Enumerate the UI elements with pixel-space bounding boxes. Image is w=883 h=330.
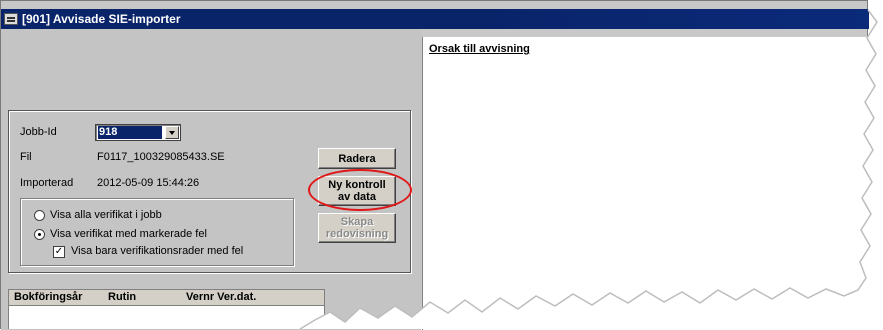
importerad-label: Importerad (20, 177, 74, 189)
window-title: [901] Avvisade SIE-importer (22, 12, 181, 26)
titlebar: [901] Avvisade SIE-importer (1, 9, 869, 29)
reason-heading: Orsak till avvisning (429, 43, 530, 55)
printer-icon (4, 13, 18, 25)
checkbox-only-errors-label: Visa bara verifikationsrader med fel (71, 245, 244, 257)
col-rutin[interactable]: Rutin (103, 290, 181, 305)
chevron-down-icon[interactable] (165, 126, 179, 139)
radio-show-marked[interactable] (34, 229, 45, 240)
col-bokforingsar[interactable]: Bokföringsår (9, 290, 103, 305)
checkbox-only-errors[interactable]: ✓ (53, 246, 65, 258)
jobb-id-value: 918 (98, 126, 162, 139)
jobb-id-select[interactable]: 918 (95, 124, 181, 141)
highlight-ring (308, 169, 412, 211)
importerad-value: 2012-05-09 15:44:26 (97, 177, 200, 189)
radio-show-marked-label: Visa verifikat med markerade fel (50, 228, 207, 240)
skapa-redovisning-button[interactable]: Skapa redovisning (318, 213, 396, 243)
radera-label: Radera (338, 152, 376, 165)
radera-button[interactable]: Radera (318, 148, 396, 169)
skapa-label-1: Skapa (340, 216, 374, 228)
jobb-id-label: Jobb-Id (20, 126, 57, 138)
grid-header: Bokföringsår Rutin Vernr Ver.dat. (8, 289, 325, 306)
radio-show-all-label: Visa alla verifikat i jobb (50, 209, 162, 221)
grid-body (8, 306, 325, 329)
fil-value: F0117_100329085433.SE (97, 151, 225, 163)
fil-label: Fil (20, 151, 32, 163)
col-vernr-verdat[interactable]: Vernr Ver.dat. (181, 290, 321, 305)
radio-show-all[interactable] (34, 210, 45, 221)
reason-pane: Orsak till avvisning (422, 37, 869, 330)
skapa-label-2: redovisning (325, 228, 389, 240)
